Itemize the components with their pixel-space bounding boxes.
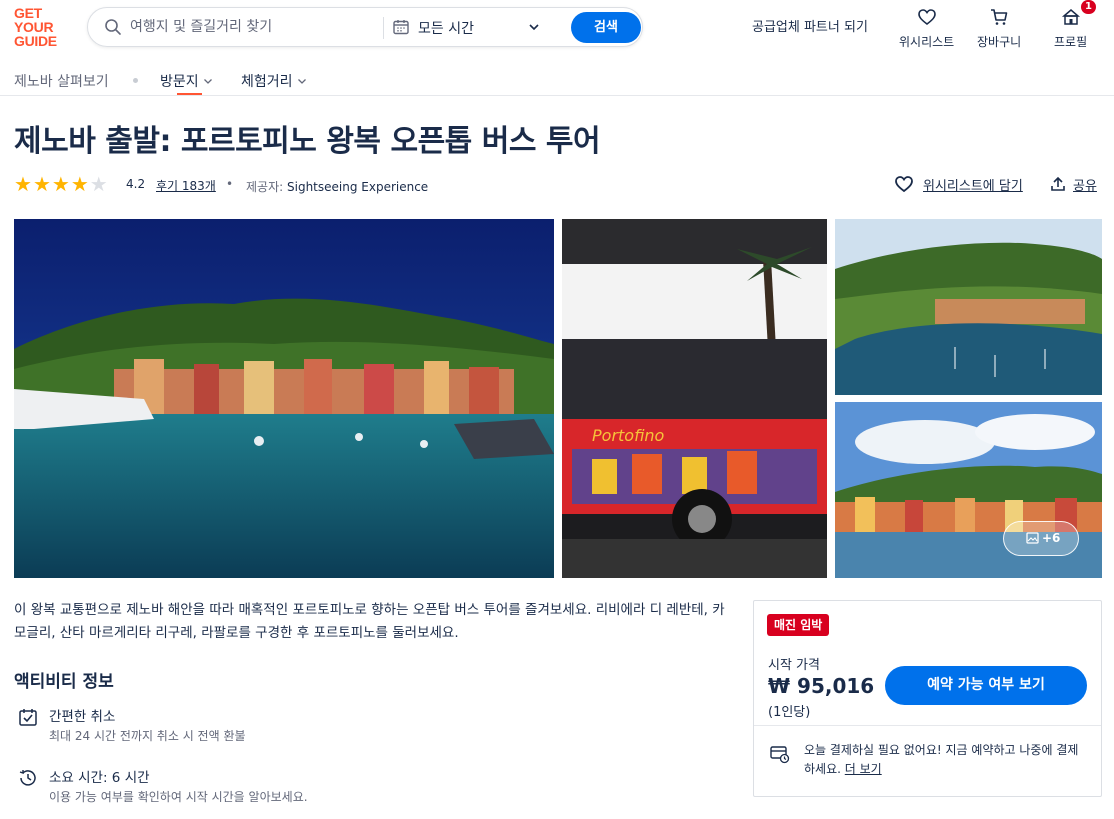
more-photos-button[interactable]: +6 xyxy=(1003,521,1079,556)
search-input[interactable] xyxy=(130,17,380,37)
feature-subtitle: 최대 24 시간 전까지 취소 시 전액 환불 xyxy=(49,729,246,743)
calendar-check-icon xyxy=(19,709,37,726)
notification-badge: 1 xyxy=(1081,0,1096,14)
provider-label: 제공자: xyxy=(246,180,284,194)
check-availability-button[interactable]: 예약 가능 여부 보기 xyxy=(885,666,1087,705)
read-more-link[interactable]: 더 보기 xyxy=(845,762,882,776)
wishlist-nav-button[interactable]: 위시리스트 xyxy=(899,7,954,50)
provider-info: 제공자: Sightseeing Experience xyxy=(246,178,428,195)
search-icon xyxy=(105,19,121,35)
reserve-now-pay-later-text: 오늘 결제하실 필요 없어요! 지금 예약하고 나중에 결제하세요. 더 보기 xyxy=(804,741,1088,779)
nav-separator-dot xyxy=(133,78,138,83)
feature-subtitle: 이용 가능 여부를 확인하여 시작 시간을 알아보세요. xyxy=(49,790,308,804)
search-button[interactable]: 검색 xyxy=(571,12,641,43)
chevron-down-icon xyxy=(297,79,306,84)
svg-text:Portofino: Portofino xyxy=(592,426,665,445)
more-photos-count: +6 xyxy=(1042,531,1061,545)
star-icon: ★ xyxy=(51,172,70,196)
explore-genoa-link[interactable]: 제노바 살펴보기 xyxy=(14,71,109,91)
share-label: 공유 xyxy=(1073,179,1097,194)
activities-menu[interactable]: 체험거리 xyxy=(241,71,307,91)
likely-to-sell-out-badge: 매진 임박 xyxy=(767,614,830,636)
share-icon xyxy=(1051,176,1065,191)
profile-icon xyxy=(1061,9,1080,25)
chevron-down-icon[interactable] xyxy=(528,21,540,33)
star-icon: ★ xyxy=(32,172,51,196)
reviews-link[interactable]: 후기 183개 xyxy=(156,177,216,194)
price-value: ₩ 95,016 xyxy=(768,674,875,698)
cart-nav-button[interactable]: 장바구니 xyxy=(977,7,1021,50)
reserve-now-pay-later-icon xyxy=(770,746,790,764)
calendar-icon xyxy=(393,20,409,35)
search-bar: 모든 시간 검색 xyxy=(87,7,643,47)
profile-label: 프로필 xyxy=(1054,35,1088,49)
cart-label: 장바구니 xyxy=(977,35,1022,49)
price-from-label: 시작 가격 xyxy=(768,658,820,673)
places-menu[interactable]: 방문지 xyxy=(160,71,213,91)
provider-name: Sightseeing Experience xyxy=(287,180,429,194)
heart-icon xyxy=(917,9,936,26)
activity-description: 이 왕복 교통편으로 제노바 해안을 따라 매혹적인 포르토피노로 향하는 오픈… xyxy=(14,602,725,641)
page-title: 제노바 출발: 포르토피노 왕복 오픈톱 버스 투어 xyxy=(14,124,601,159)
active-tab-indicator xyxy=(177,93,202,95)
photo-red-bus[interactable]: Portofino xyxy=(562,219,827,578)
add-to-wishlist-label: 위시리스트에 담기 xyxy=(923,179,1023,194)
getyourguide-logo[interactable]: GET YOUR GUIDE xyxy=(14,6,70,48)
heart-icon xyxy=(895,176,913,193)
separator-dot: • xyxy=(226,177,234,191)
booking-card: 매진 임박 시작 가격 ₩ 95,016 (1인당) 예약 가능 여부 보기 오… xyxy=(753,600,1102,797)
star-rating: ★★★★★ xyxy=(14,174,109,194)
cart-icon xyxy=(991,9,1008,25)
photo-portofino-bay-aerial[interactable] xyxy=(835,219,1102,395)
star-icon: ★ xyxy=(89,172,108,196)
activities-menu-label: 체험거리 xyxy=(241,74,293,90)
card-divider xyxy=(754,725,1101,726)
star-icon: ★ xyxy=(70,172,89,196)
search-divider xyxy=(383,17,384,39)
time-select[interactable]: 모든 시간 xyxy=(418,18,474,38)
chevron-down-icon xyxy=(203,79,212,84)
activity-info-heading: 액티비티 정보 xyxy=(14,672,114,692)
main-photo-portofino-harbor[interactable] xyxy=(14,219,554,578)
rating-row: ★★★★★ 4.2 후기 183개 • 제공자: Sightseeing Exp… xyxy=(14,174,1104,194)
profile-nav-button[interactable]: 프로필 xyxy=(1054,7,1087,50)
sub-navigation: 제노바 살펴보기 방문지 체험거리 xyxy=(0,62,1114,96)
clock-icon xyxy=(19,770,36,786)
image-icon xyxy=(1026,532,1039,544)
star-icon: ★ xyxy=(14,172,32,196)
feature-title: 간편한 취소 xyxy=(49,709,116,725)
places-menu-label: 방문지 xyxy=(160,74,199,90)
price-per-person: (1인당) xyxy=(768,705,811,720)
supplier-partner-link[interactable]: 공급업체 파트너 되기 xyxy=(752,16,868,35)
feature-title: 소요 시간: 6 시간 xyxy=(49,770,150,786)
top-header: GET YOUR GUIDE 모든 시간 검색 공급업체 파트너 되기 위시리스… xyxy=(0,0,1114,56)
rating-value: 4.2 xyxy=(126,177,146,191)
wishlist-label: 위시리스트 xyxy=(899,35,955,49)
